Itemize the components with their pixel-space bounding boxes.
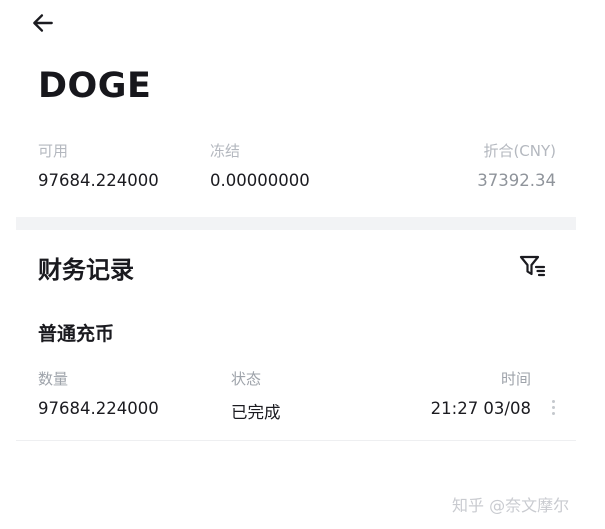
frozen-value: 0.00000000: [210, 171, 310, 190]
converted-value: 37392.34: [477, 171, 556, 190]
more-vertical-icon[interactable]: [546, 397, 560, 423]
filter-icon: [519, 255, 546, 277]
section-divider: [16, 217, 576, 230]
back-button[interactable]: [30, 8, 64, 38]
page-title: DOGE: [38, 66, 152, 106]
column-header-amount: 数量: [38, 370, 69, 388]
row-divider: [16, 440, 576, 441]
record-status: 已完成: [231, 403, 281, 422]
record-time: 21:27 03/08: [430, 399, 531, 418]
available-value: 97684.224000: [38, 171, 159, 190]
frozen-label: 冻结: [210, 142, 241, 160]
column-header-status: 状态: [231, 370, 262, 388]
record-amount: 97684.224000: [38, 399, 159, 418]
records-title: 财务记录: [38, 256, 134, 284]
column-header-time: 时间: [500, 370, 531, 388]
filter-button[interactable]: [518, 252, 548, 282]
record-type-heading: 普通充币: [38, 323, 115, 345]
available-label: 可用: [38, 142, 69, 160]
converted-label: 折合(CNY): [483, 142, 556, 160]
watermark: 知乎 @奈文摩尔: [452, 496, 570, 515]
arrow-left-icon: [33, 14, 53, 32]
